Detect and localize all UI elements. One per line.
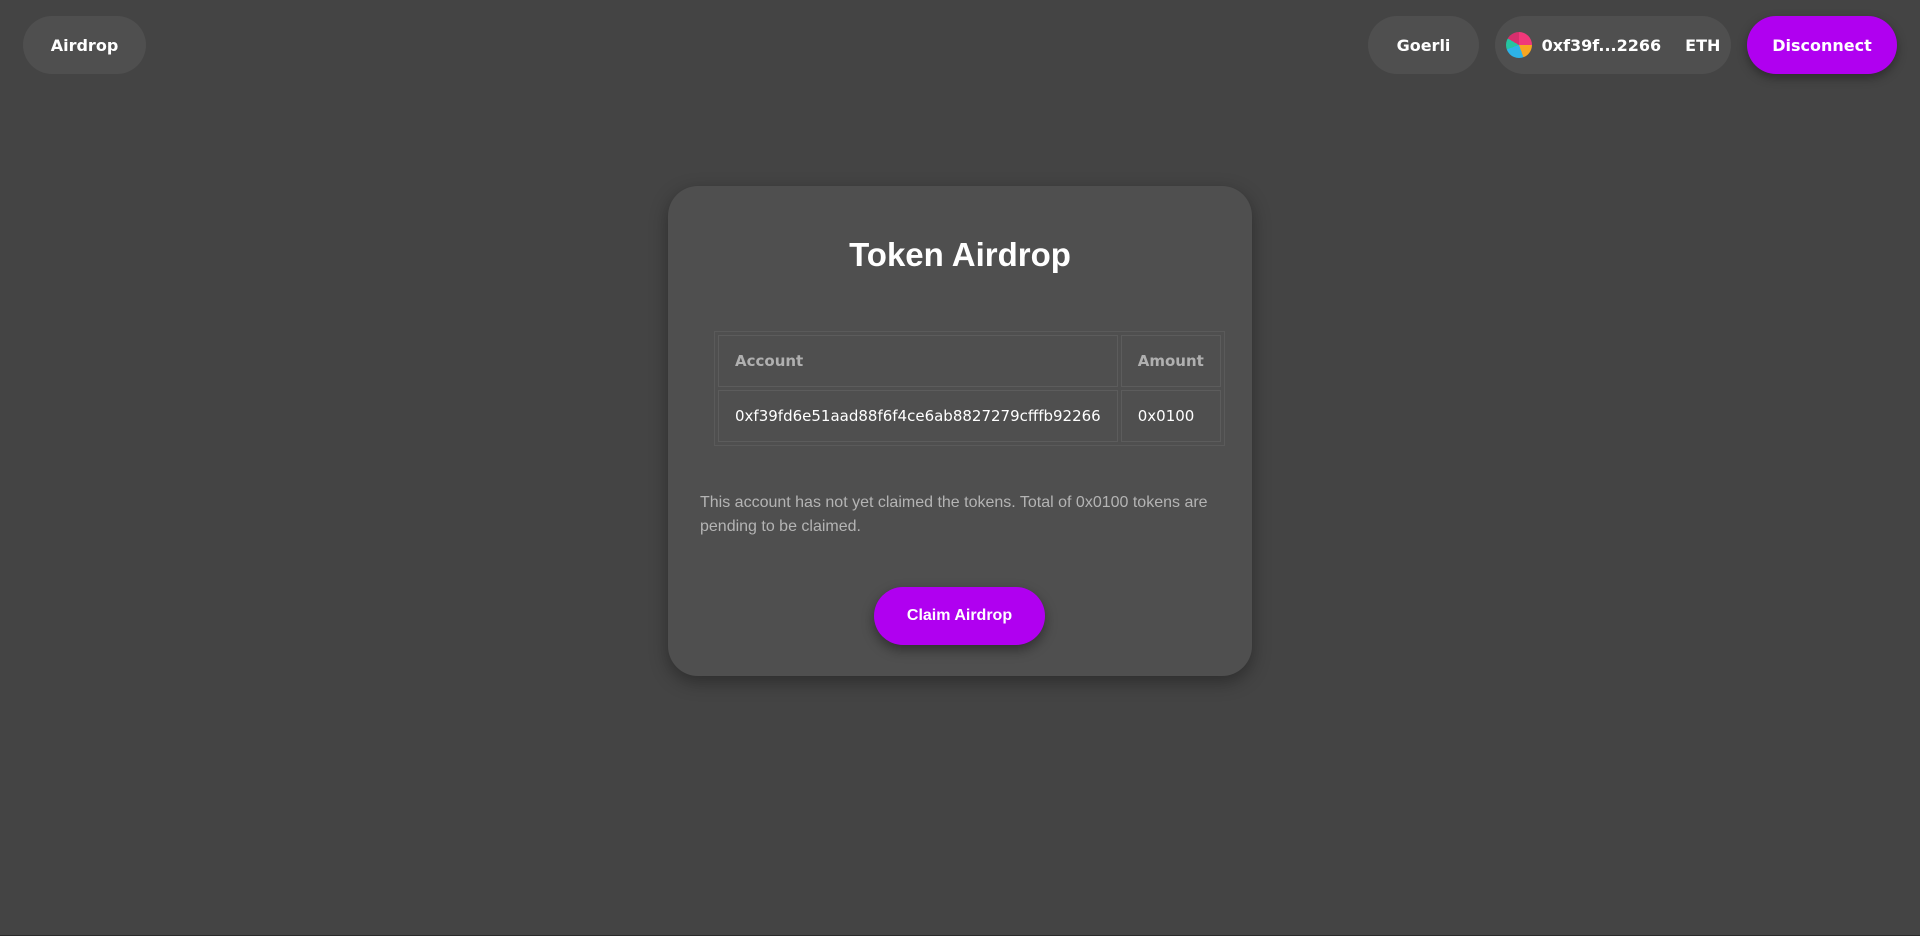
account-currency: ETH <box>1685 35 1721 55</box>
claims-table: Account Amount 0xf39fd6e51aad88f6f4ce6ab… <box>714 331 1225 446</box>
amount-cell: 0x0100 <box>1120 390 1221 442</box>
card-title: Token Airdrop <box>849 236 1071 273</box>
table-header-row: Account Amount <box>718 335 1221 387</box>
airdrop-card: Token Airdrop Account Amount 0xf39fd6e51… <box>668 186 1252 676</box>
account-cell: 0xf39fd6e51aad88f6f4ce6ab8827279cfffb922… <box>718 390 1118 442</box>
account-button[interactable]: 0xf39f...2266 ETH <box>1495 16 1731 74</box>
table-row: 0xf39fd6e51aad88f6f4ce6ab8827279cfffb922… <box>718 390 1221 442</box>
network-label: Goerli <box>1396 35 1451 55</box>
claim-airdrop-button[interactable]: Claim Airdrop <box>874 587 1045 645</box>
column-header-amount: Amount <box>1120 335 1221 387</box>
airdrop-nav-label: Airdrop <box>50 35 119 55</box>
page: Airdrop Goerli 0xf39f...2266 ETH Disconn… <box>0 0 1920 936</box>
wallet-avatar-icon <box>1505 32 1532 58</box>
disconnect-label: Disconnect <box>1772 35 1872 55</box>
disconnect-button[interactable]: Disconnect <box>1747 16 1897 74</box>
column-header-account: Account <box>718 335 1118 387</box>
airdrop-nav-button[interactable]: Airdrop <box>23 16 146 74</box>
account-address: 0xf39f...2266 <box>1541 35 1662 55</box>
network-selector-button[interactable]: Goerli <box>1368 16 1479 74</box>
claim-status-text: This account has not yet claimed the tok… <box>700 494 1208 535</box>
